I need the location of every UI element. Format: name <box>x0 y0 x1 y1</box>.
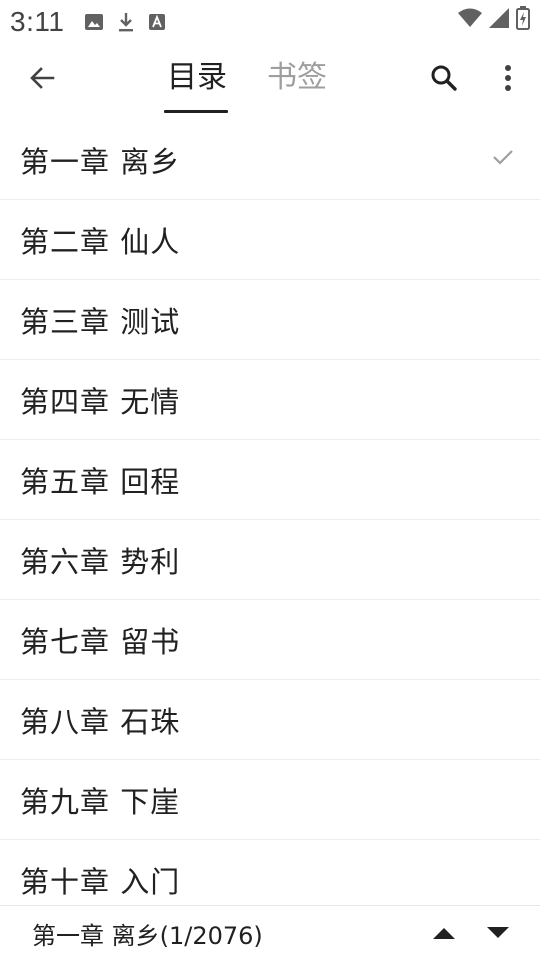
scroll-down-button[interactable] <box>482 918 514 950</box>
system-icons <box>458 6 530 30</box>
scroll-up-button[interactable] <box>428 918 460 950</box>
tab-indicator <box>164 110 228 113</box>
chapter-item[interactable]: 第四章 无情 <box>0 360 540 440</box>
chapter-item[interactable]: 第八章 石珠 <box>0 680 540 760</box>
chapter-title: 第三章 测试 <box>20 304 181 339</box>
chapter-title: 第一章 离乡 <box>20 144 181 179</box>
chapter-item[interactable]: 第六章 势利 <box>0 520 540 600</box>
download-icon <box>116 11 136 33</box>
tab-bookmark[interactable]: 书签 <box>264 56 330 112</box>
image-icon <box>84 12 104 32</box>
bottom-bar: 第一章 离乡(1/2076) <box>0 905 540 960</box>
screen: 3:11 目录 书签 第一章 离乡 第二章 仙人 第三章 测试 第四章 无情 第… <box>0 0 540 960</box>
font-icon <box>148 13 166 31</box>
chapter-title: 第九章 下崖 <box>20 784 181 819</box>
chapter-item[interactable]: 第一章 离乡 <box>0 120 540 200</box>
battery-icon <box>516 6 530 30</box>
chapter-title: 第二章 仙人 <box>20 224 181 259</box>
chapter-item[interactable]: 第三章 测试 <box>0 280 540 360</box>
status-bar: 3:11 <box>0 0 540 44</box>
chapter-title: 第十章 入门 <box>20 865 181 899</box>
chapter-item[interactable]: 第十章 入门 <box>0 840 540 905</box>
wifi-icon <box>458 8 482 28</box>
chapter-item[interactable]: 第五章 回程 <box>0 440 540 520</box>
back-button[interactable] <box>22 60 62 100</box>
chapter-title: 第七章 留书 <box>20 624 181 659</box>
chapter-title: 第五章 回程 <box>20 464 181 499</box>
triangle-down-icon <box>486 925 510 944</box>
arrow-left-icon <box>28 64 56 96</box>
toolbar: 目录 书签 <box>0 44 540 120</box>
current-chapter-label: 第一章 离乡(1/2076) <box>32 922 263 950</box>
chapter-item[interactable]: 第九章 下崖 <box>0 760 540 840</box>
notification-icons <box>84 11 166 33</box>
chapter-title: 第六章 势利 <box>20 544 181 579</box>
more-options-button[interactable] <box>488 60 528 100</box>
more-vertical-icon <box>504 64 512 96</box>
search-icon <box>430 64 458 96</box>
chapter-item[interactable]: 第七章 留书 <box>0 600 540 680</box>
chapter-list[interactable]: 第一章 离乡 第二章 仙人 第三章 测试 第四章 无情 第五章 回程 第六章 势… <box>0 120 540 905</box>
chapter-title: 第四章 无情 <box>20 384 181 419</box>
status-time: 3:11 <box>10 6 65 37</box>
tab-toc[interactable]: 目录 <box>164 56 230 112</box>
triangle-up-icon <box>432 925 456 944</box>
search-button[interactable] <box>424 60 464 100</box>
signal-icon <box>488 7 510 29</box>
chapter-item[interactable]: 第二章 仙人 <box>0 200 540 280</box>
chapter-title: 第八章 石珠 <box>20 704 181 739</box>
check-icon <box>492 148 514 170</box>
